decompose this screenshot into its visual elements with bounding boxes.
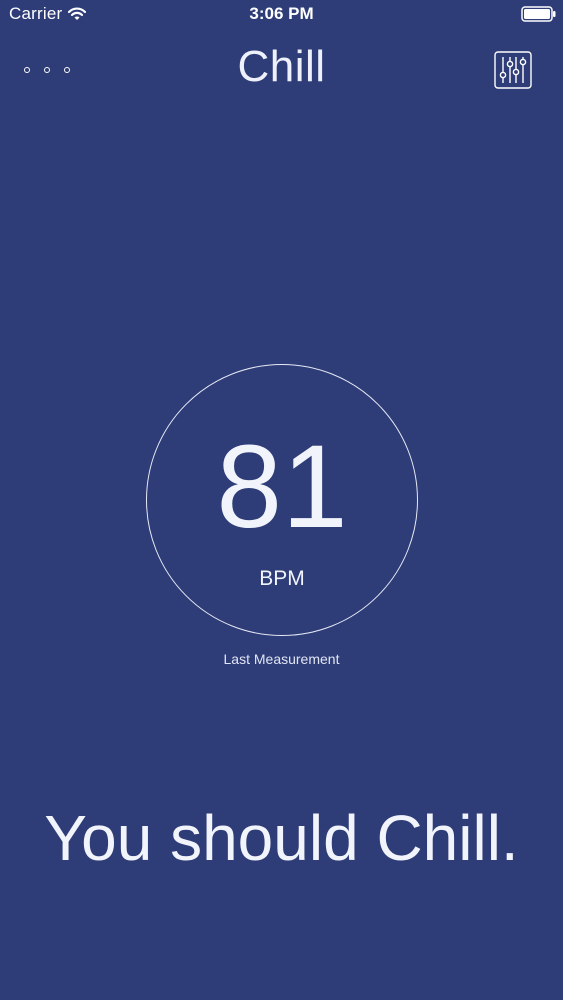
status-headline: You should Chill. <box>44 802 519 874</box>
settings-button[interactable] <box>494 51 532 89</box>
page-title: Chill <box>237 42 326 91</box>
nav-bar: Chill <box>0 40 563 100</box>
sliders-icon <box>494 51 532 89</box>
last-measurement-label: Last Measurement <box>223 651 340 667</box>
bpm-value: 81 <box>216 421 348 553</box>
battery-icon <box>521 6 556 22</box>
status-time: 3:06 PM <box>249 4 314 23</box>
status-bar: Carrier 3:06 PM <box>0 0 563 30</box>
bpm-unit-label: BPM <box>259 567 305 590</box>
heart-rate-meter: 81 BPM <box>146 364 418 636</box>
